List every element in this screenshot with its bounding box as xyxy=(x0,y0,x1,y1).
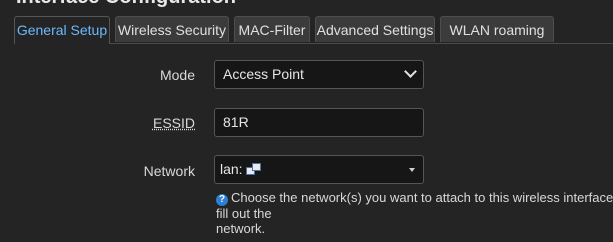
network-value: lan: xyxy=(220,161,243,177)
tab-advanced-settings[interactable]: Advanced Settings xyxy=(315,16,435,42)
tab-wlan-roaming[interactable]: WLAN roaming xyxy=(440,16,554,42)
network-dropdown[interactable]: lan: xyxy=(214,155,424,184)
chevron-down-icon xyxy=(404,65,417,78)
tab-wireless-security[interactable]: Wireless Security xyxy=(115,16,229,42)
dropdown-arrow-icon xyxy=(409,168,415,172)
network-help-line2: network. xyxy=(216,221,266,236)
mode-select-value: Access Point xyxy=(223,66,304,82)
tab-general-setup[interactable]: General Setup xyxy=(14,16,110,44)
essid-input-value: 81R xyxy=(223,114,249,130)
network-icon xyxy=(245,163,261,175)
tab-bar: General Setup Wireless Security MAC-Filt… xyxy=(14,16,613,44)
tab-mac-filter[interactable]: MAC-Filter xyxy=(234,16,310,42)
section-title: Interface Configuration xyxy=(16,0,236,9)
question-icon: ? xyxy=(216,194,228,206)
network-label: Network xyxy=(143,163,195,179)
network-help-line1: Choose the network(s) you want to attach… xyxy=(216,190,613,221)
essid-label: ESSID xyxy=(152,115,195,131)
mode-select[interactable]: Access Point xyxy=(214,60,424,89)
mode-label: Mode xyxy=(159,67,195,83)
network-help-text: ? Choose the network(s) you want to attac… xyxy=(216,190,613,236)
essid-input[interactable]: 81R xyxy=(214,108,424,137)
